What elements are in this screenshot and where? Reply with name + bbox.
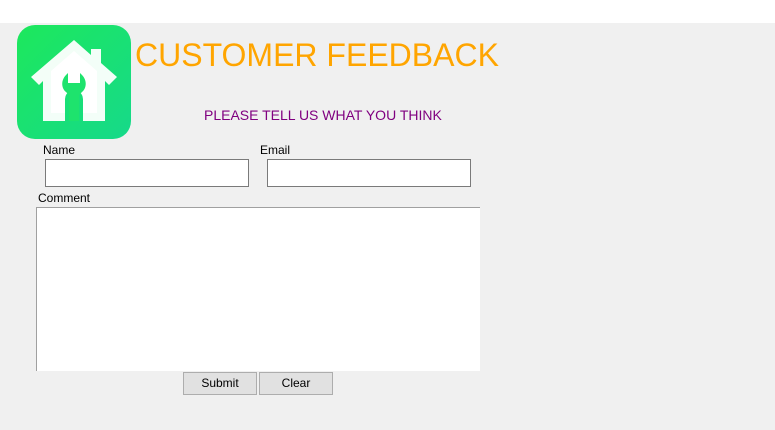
submit-button[interactable]: Submit bbox=[183, 372, 257, 395]
home-repair-icon bbox=[17, 25, 131, 139]
name-label: Name bbox=[43, 143, 76, 157]
page-title: CUSTOMER FEEDBACK bbox=[135, 37, 499, 73]
page-subtitle: PLEASE TELL US WHAT YOU THINK bbox=[204, 107, 442, 123]
comment-textarea[interactable] bbox=[36, 207, 480, 371]
clear-button[interactable]: Clear bbox=[259, 372, 333, 395]
comment-label: Comment bbox=[38, 191, 91, 205]
email-field[interactable] bbox=[267, 159, 471, 187]
name-field[interactable] bbox=[45, 159, 249, 187]
feedback-window: CUSTOMER FEEDBACK PLEASE TELL US WHAT YO… bbox=[0, 23, 775, 430]
email-label: Email bbox=[260, 143, 291, 157]
